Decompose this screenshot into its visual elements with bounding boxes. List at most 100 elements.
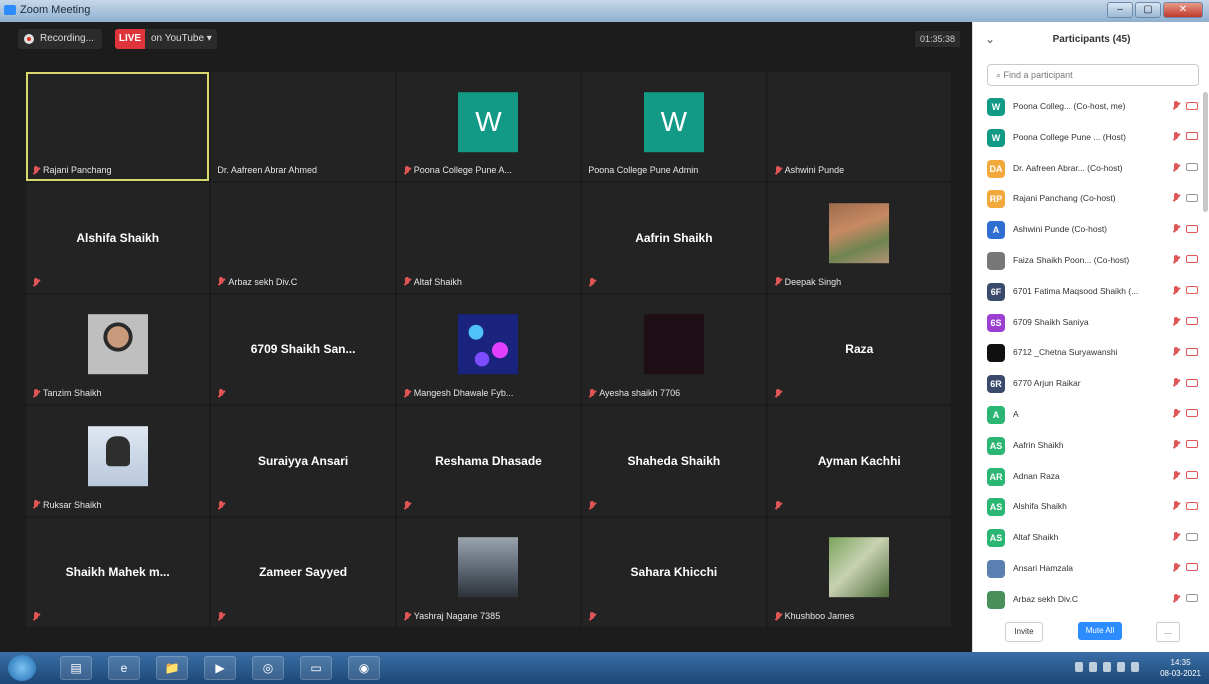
video-tile[interactable]: Mangesh Dhawale Fyb... [396,294,581,405]
muted-mic-icon[interactable] [1172,562,1181,572]
video-tile[interactable]: Shaheda Shaikh [582,406,766,516]
network-icon[interactable] [1103,662,1111,672]
video-tile[interactable]: Khushboo James [767,517,951,627]
video-tile[interactable]: W Poona College Pune A... [396,72,581,182]
participant-row[interactable]: W Poona College Pune ... (Host) [973,123,1209,154]
video-tile[interactable]: Reshama Dhasade [396,406,581,516]
taskbar-app-icon[interactable]: ◎ [252,656,284,680]
more-options-button[interactable]: ... [1156,622,1180,642]
participant-row[interactable]: AS Alshifa Shaikh [973,492,1209,523]
start-button[interactable] [8,655,36,681]
video-tile[interactable]: Dr. Aafreen Abrar Ahmed [211,72,395,182]
participant-row[interactable]: DA Dr. Aafreen Abrar... (Co-host) [973,154,1209,185]
muted-mic-icon[interactable] [1172,439,1181,449]
camera-icon[interactable] [1186,501,1198,510]
camera-icon[interactable] [1186,347,1198,356]
video-tile[interactable]: Tanzim Shaikh [26,294,210,405]
camera-icon[interactable] [1186,163,1198,172]
participant-row[interactable]: AS Aafrin Shaikh [973,431,1209,462]
minimize-button[interactable]: – [1107,2,1133,18]
participant-row[interactable]: 6F 6701 Fatima Maqsood Shaikh (... [973,277,1209,308]
video-tile[interactable]: Ashwini Punde [767,72,951,182]
participant-row[interactable]: AS Altaf Shaikh [973,523,1209,554]
camera-icon[interactable] [1186,471,1198,480]
invite-button[interactable]: Invite [1005,622,1043,642]
video-tile[interactable]: Suraiyya Ansari [211,406,395,516]
camera-icon[interactable] [1186,224,1198,233]
camera-icon[interactable] [1186,286,1198,295]
camera-icon[interactable] [1186,594,1198,603]
video-tile[interactable]: Raza [767,294,951,405]
participant-row[interactable]: Ansari Hamzala [973,554,1209,585]
muted-mic-icon[interactable] [1172,501,1181,510]
taskbar-app-icon[interactable]: 📁 [156,656,188,680]
taskbar-app-icon[interactable]: e [108,656,140,680]
video-tile[interactable]: Sahara Khicchi [582,517,766,627]
video-tile[interactable]: Zameer Sayyed [211,517,395,627]
participant-row[interactable]: Faiza Shaikh Poon... (Co-host) [973,246,1209,277]
taskbar-app-icon[interactable]: ▭ [300,656,332,680]
maximize-button[interactable]: ▢ [1135,2,1161,18]
video-tile[interactable]: Ayman Kachhi [767,406,951,516]
camera-icon[interactable] [1186,193,1198,202]
video-tile[interactable]: Altaf Shaikh [396,183,581,293]
participant-row[interactable]: 6R 6770 Arjun Raikar [973,369,1209,400]
taskbar-app-icon[interactable]: ▤ [60,656,92,680]
muted-mic-icon[interactable] [1172,285,1181,295]
recording-indicator[interactable]: Recording... [18,29,102,49]
video-tile[interactable]: Aafrin Shaikh [582,183,766,293]
muted-mic-icon[interactable] [1172,162,1181,172]
taskbar-app-icon[interactable]: ▶ [204,656,236,680]
mute-all-button[interactable]: Mute All [1078,622,1122,640]
camera-icon[interactable] [1186,255,1198,264]
camera-icon[interactable] [1186,532,1198,541]
participant-row[interactable]: AR Adnan Raza [973,462,1209,493]
tray-icon[interactable] [1089,662,1097,672]
live-stream-menu[interactable]: LIVE on YouTube ▾ [115,29,217,49]
video-tile[interactable]: Rajani Panchang [26,72,210,182]
camera-icon[interactable] [1186,409,1198,418]
camera-icon[interactable] [1186,101,1198,110]
muted-mic-icon[interactable] [1172,347,1181,356]
camera-icon[interactable] [1186,378,1198,387]
video-tile[interactable]: 6709 Shaikh San... [211,294,395,405]
muted-mic-icon[interactable] [1172,408,1181,418]
taskbar-clock[interactable]: 14:35 08-03-2021 [1160,657,1201,679]
participant-row[interactable]: W Poona Colleg... (Co-host, me) [973,92,1209,123]
video-tile[interactable]: Ayesha shaikh 7706 [582,294,766,405]
muted-mic-icon[interactable] [1172,470,1181,480]
muted-mic-icon[interactable] [1172,193,1181,202]
participant-search-input[interactable]: ⌕ Find a participant [987,64,1199,86]
participant-row[interactable]: Arbaz sekh Div.C [973,585,1209,616]
video-tile[interactable]: Yashraj Nagane 7385 [396,517,581,627]
camera-icon[interactable] [1186,317,1198,326]
muted-mic-icon[interactable] [1172,593,1181,603]
muted-mic-icon[interactable] [1172,131,1181,141]
camera-icon[interactable] [1186,440,1198,449]
video-tile[interactable]: W Poona College Pune Admin [582,72,766,182]
muted-mic-icon[interactable] [1172,224,1181,233]
video-tile[interactable]: Alshifa Shaikh [26,183,210,293]
video-tile[interactable]: Ruksar Shaikh [26,406,210,516]
video-tile[interactable]: Deepak Singh [767,183,951,293]
panel-scrollbar[interactable] [1203,92,1208,212]
participant-row[interactable]: 6712 _Chetna Suryawanshi [973,338,1209,369]
camera-icon[interactable] [1186,132,1198,141]
muted-mic-icon[interactable] [1172,378,1181,387]
tray-icon[interactable] [1075,662,1083,672]
muted-mic-icon[interactable] [1172,532,1181,541]
camera-icon[interactable] [1186,563,1198,572]
participant-row[interactable]: AA [973,400,1209,431]
participant-row[interactable]: A Ashwini Punde (Co-host) [973,215,1209,246]
participant-row[interactable]: RP Rajani Panchang (Co-host) [973,184,1209,215]
muted-mic-icon[interactable] [1172,254,1181,264]
tray-icon[interactable] [1131,662,1139,672]
muted-mic-icon[interactable] [1172,101,1181,110]
muted-mic-icon[interactable] [1172,316,1181,326]
close-button[interactable]: ✕ [1163,2,1203,18]
video-tile[interactable]: Shaikh Mahek m... [26,517,210,627]
taskbar-app-icon[interactable]: ◉ [348,656,380,680]
participant-row[interactable]: 6S 6709 Shaikh Saniya [973,308,1209,339]
volume-icon[interactable] [1117,662,1125,672]
video-tile[interactable]: Arbaz sekh Div.C [211,183,395,293]
